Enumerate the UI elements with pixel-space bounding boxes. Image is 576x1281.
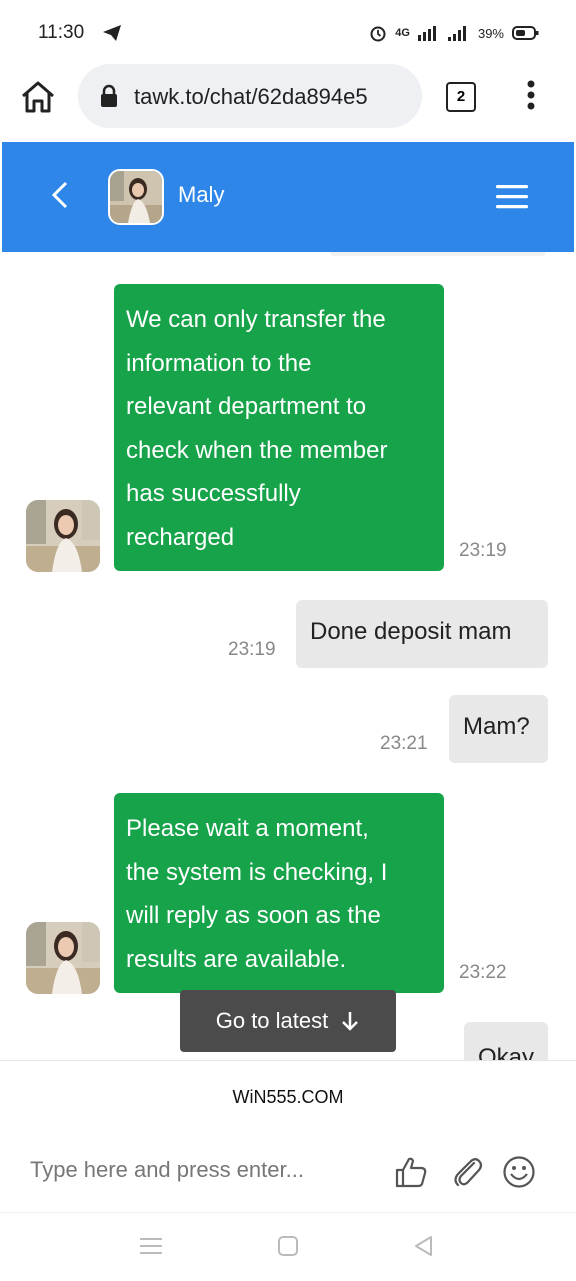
status-time: 11:30	[38, 22, 85, 43]
home-button-icon[interactable]	[277, 1235, 299, 1257]
browser-toolbar: tawk.to/chat/62da894e5 2	[0, 62, 576, 142]
message-list[interactable]: We can only transfer the information to …	[0, 252, 576, 1060]
address-bar[interactable]: tawk.to/chat/62da894e5	[78, 64, 422, 128]
agent-name: Maly	[178, 182, 225, 207]
brand-text: WiN555.COM	[232, 1087, 344, 1107]
message-line: Please wait a moment,	[126, 815, 369, 842]
message-line: relevant department to	[126, 393, 367, 421]
message-line: results are available.	[126, 945, 347, 973]
message-timestamp: 23:19	[459, 540, 507, 561]
back-arrow-icon[interactable]	[50, 180, 70, 210]
status-icons: 4G 39%	[369, 24, 540, 42]
message-line: will reply as soon as the	[126, 902, 381, 930]
alarm-icon	[370, 26, 386, 42]
agent-avatar	[108, 169, 164, 225]
home-icon[interactable]	[20, 80, 56, 114]
message-line: the system is checking, I	[126, 858, 388, 886]
message-line: recharged	[126, 523, 235, 551]
go-to-latest-button[interactable]: Go to latest	[180, 990, 396, 1052]
message-timestamp: 23:22	[459, 962, 507, 983]
message-timestamp: 23:19	[228, 639, 276, 660]
status-bar: 11:30 4G 39%	[0, 0, 576, 62]
back-button-icon[interactable]	[412, 1235, 434, 1257]
battery-percent: 39%	[477, 25, 504, 41]
visitor-message: Okay	[464, 1022, 548, 1060]
previous-message-edge	[330, 252, 546, 256]
message-timestamp: 23:21	[380, 733, 428, 754]
agent-message: Please wait a moment, the system is chec…	[114, 793, 444, 993]
network-type: 4G	[395, 27, 410, 39]
chat-header: Maly	[2, 142, 574, 252]
message-line: check when the member	[126, 436, 388, 464]
menu-icon[interactable]	[496, 184, 528, 210]
recents-icon[interactable]	[140, 1235, 162, 1257]
arrow-down-icon	[342, 1012, 359, 1031]
chat-footer: WiN555.COM	[0, 1060, 576, 1213]
thumbs-up-icon[interactable]	[394, 1155, 428, 1189]
visitor-message: Done deposit mam	[296, 600, 548, 668]
more-options-icon[interactable]	[526, 80, 536, 110]
battery-icon	[512, 26, 539, 40]
go-to-latest-label: Go to latest	[215, 1008, 329, 1033]
visitor-message: Mam?	[449, 695, 548, 763]
signal-icon	[417, 26, 436, 41]
message-line: has successfully	[126, 480, 301, 508]
message-line: information to the	[126, 349, 312, 377]
attachment-icon[interactable]	[452, 1155, 484, 1189]
agent-avatar	[26, 922, 100, 994]
telegram-icon	[103, 25, 121, 41]
url-text[interactable]: tawk.to/chat/62da894e5	[134, 84, 368, 110]
agent-message: We can only transfer the information to …	[114, 284, 444, 571]
message-line: We can only transfer the	[126, 306, 386, 333]
message-input[interactable]	[30, 1157, 370, 1183]
system-nav-bar	[0, 1212, 576, 1281]
lock-icon	[101, 84, 117, 107]
signal-icon-2	[447, 26, 466, 41]
tab-count-button[interactable]: 2	[446, 82, 476, 112]
agent-avatar	[26, 500, 100, 572]
emoji-icon[interactable]	[502, 1155, 536, 1189]
